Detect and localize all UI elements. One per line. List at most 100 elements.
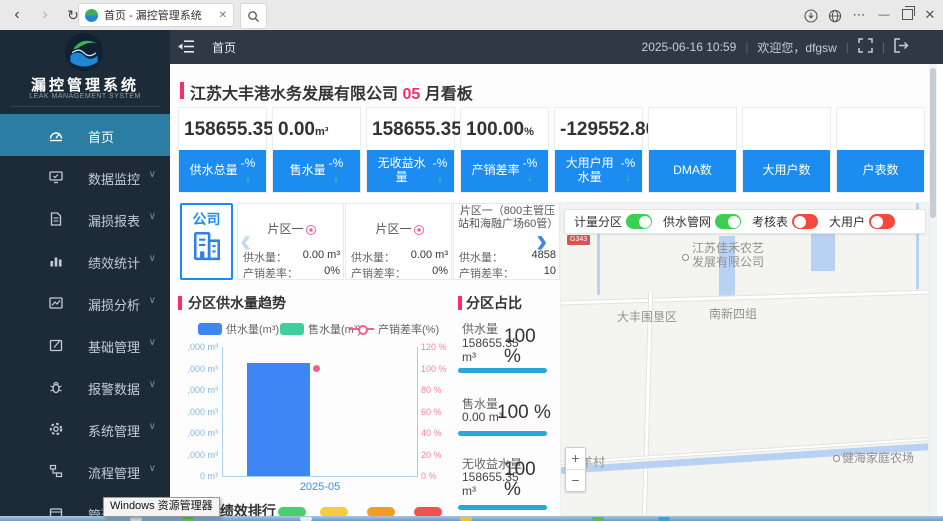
toggle-switch[interactable] xyxy=(792,214,818,229)
stat-card-dma-count: DMA数 xyxy=(648,107,737,193)
search-icon xyxy=(247,10,260,23)
page-scrollbar xyxy=(929,64,937,516)
taskbar-icon[interactable] xyxy=(130,517,142,521)
y-tick-right: 60 % xyxy=(421,407,457,417)
legend-nrw-rate[interactable]: 产销差率(%) xyxy=(350,321,439,337)
stat-card-big-user-count: 大用户数 xyxy=(742,107,831,193)
legend-sold[interactable]: 售水量(m³) xyxy=(280,321,361,337)
chevron-down-icon: ∨ xyxy=(149,211,156,222)
logout-icon xyxy=(894,38,909,53)
sidebar-item-leak-analysis[interactable]: 漏损分析 ∨ xyxy=(0,282,170,324)
sidebar-item-process-management[interactable]: 流程管理 ∨ xyxy=(0,450,170,492)
taskbar-icon[interactable] xyxy=(300,517,312,521)
stat-label-button[interactable]: DMA数 xyxy=(649,150,736,192)
menu-collapse-icon[interactable] xyxy=(178,39,195,59)
site-favicon xyxy=(85,9,98,22)
sidebar-item-leak-report[interactable]: 漏损报表 ∨ xyxy=(0,198,170,240)
sidebar-item-performance-stats[interactable]: 绩效统计 ∨ xyxy=(0,240,170,282)
toggle-supply-network[interactable]: 供水管网 xyxy=(663,213,741,230)
zone-card-1[interactable]: 片区一 供水量：0.00 m³ 产销差率：0% xyxy=(237,203,344,280)
title-accent-bar xyxy=(180,82,184,99)
bar-chart-icon xyxy=(48,253,64,269)
nrw-label: 产销差率： xyxy=(351,265,406,280)
stat-value: 0.00m³ xyxy=(278,119,328,141)
proportion-unit: m³ xyxy=(462,350,476,364)
proportion-unit: m³ xyxy=(462,484,476,498)
trend-chart-title: 分区供水量趋势 xyxy=(188,293,286,313)
logout-button[interactable] xyxy=(894,38,909,56)
toggle-big-user[interactable]: 大用户 xyxy=(829,213,895,230)
sidebar-item-basic-management[interactable]: 基础管理 ∨ xyxy=(0,324,170,366)
map-canvas[interactable]: G343 江苏佳禾农艺发展有限公司 大丰围垦区 南新四组 羊村 健海家庭农场 计… xyxy=(560,202,929,516)
zone-card-2[interactable]: 片区一 供水量：0.00 m³ 产销差率：0% xyxy=(345,203,452,280)
sidebar-item-home[interactable]: 首页 xyxy=(0,114,170,156)
tab-close-icon[interactable]: ✕ xyxy=(219,10,227,21)
edit-icon xyxy=(48,337,64,353)
company-name: 江苏大丰港水务发展有限公司 xyxy=(190,86,398,103)
carousel-next-icon[interactable]: › xyxy=(536,224,547,258)
browser-tab[interactable]: 首页 - 漏控管理系统 ✕ xyxy=(78,3,234,27)
proportion-progress-bar xyxy=(458,431,547,436)
screen: ‹ › ↻ 首页 - 漏控管理系统 ✕ ⋯ — ✕ 首页 2025-06-16 … xyxy=(0,0,943,521)
y-tick: ,000 m³ xyxy=(176,428,218,438)
y-tick-right: 20 % xyxy=(421,450,457,460)
os-tooltip: Windows 资源管理器 xyxy=(103,497,220,517)
toggle-switch[interactable] xyxy=(869,214,895,229)
sidebar-item-label: 漏损分析 xyxy=(88,295,140,314)
sidebar-item-data-monitor[interactable]: 数据监控 ∨ xyxy=(0,156,170,198)
stat-card-nonrevenue-water: 158655.35m³ 无收益水量-%↓ xyxy=(366,107,455,193)
browser-back-icon[interactable]: ‹ xyxy=(6,3,28,27)
window-restore-icon[interactable] xyxy=(896,0,918,30)
legend-label: 供水量(m³) xyxy=(226,321,279,337)
sidebar-item-system-management[interactable]: 系统管理 ∨ xyxy=(0,408,170,450)
stat-label-button[interactable]: 供水总量-%↓ xyxy=(179,150,266,192)
stat-label-button[interactable]: 售水量-%↓ xyxy=(273,150,360,192)
taskbar-icon[interactable] xyxy=(658,517,670,521)
nrw-rate-point[interactable] xyxy=(313,365,320,372)
proportion-accent-bar xyxy=(458,296,462,310)
carousel-prev-icon[interactable]: ‹ xyxy=(240,224,251,258)
supply-bar[interactable] xyxy=(247,363,310,476)
fullscreen-button[interactable] xyxy=(858,38,873,56)
road-badge: G343 xyxy=(566,234,591,246)
tab-home[interactable]: 首页 xyxy=(212,39,236,56)
taskbar-icon[interactable] xyxy=(182,517,194,521)
toggle-metering-zone[interactable]: 计量分区 xyxy=(574,213,652,230)
stat-label-button[interactable]: 大用户用水量-%↓ xyxy=(555,150,642,192)
stat-card-big-user-usage: -129552.80m³ 大用户用水量-%↓ xyxy=(554,107,643,193)
building-icon xyxy=(193,229,221,261)
taskbar-icon[interactable] xyxy=(460,517,472,521)
toggle-switch[interactable] xyxy=(626,214,652,229)
legend-swatch xyxy=(198,323,222,335)
stat-label-button[interactable]: 户表数 xyxy=(837,150,924,192)
globe-icon[interactable] xyxy=(824,0,846,30)
sidebar-item-alarm-data[interactable]: 报警数据 ∨ xyxy=(0,366,170,408)
stat-label-button[interactable]: 无收益水量-%↓ xyxy=(367,150,454,192)
browser-search-button[interactable] xyxy=(240,3,267,29)
y-tick: ,000 m³ xyxy=(176,385,218,395)
stat-label-button[interactable]: 产销差率-%↓ xyxy=(461,150,548,192)
company-card[interactable]: 公司 xyxy=(180,203,233,280)
toggle-label: 供水管网 xyxy=(663,213,711,230)
map-road xyxy=(560,289,929,305)
window-minimize-icon[interactable]: — xyxy=(873,0,895,30)
y-tick: ,000 m³ xyxy=(176,407,218,417)
taskbar-icon[interactable] xyxy=(592,517,604,521)
proportion-label: 供水量 xyxy=(462,320,498,337)
scrollbar-thumb[interactable] xyxy=(930,68,936,218)
toggle-switch[interactable] xyxy=(715,214,741,229)
download-icon[interactable] xyxy=(800,0,822,30)
browser-forward-icon[interactable]: › xyxy=(34,3,56,27)
window-close-icon[interactable]: ✕ xyxy=(919,0,941,30)
stat-label-button[interactable]: 大用户数 xyxy=(743,150,830,192)
legend-supply[interactable]: 供水量(m³) xyxy=(198,321,279,337)
toggle-assessment-meter[interactable]: 考核表 xyxy=(752,213,818,230)
zoom-out-button[interactable]: − xyxy=(566,470,585,491)
nrw-label: 产销差率： xyxy=(243,265,298,280)
sidebar: 漏控管理系统 LEAK MANAGEMENT SYSTEM 首页 数据监控 ∨ … xyxy=(0,30,170,521)
sidebar-item-label: 流程管理 xyxy=(88,463,140,482)
browser-more-icon[interactable]: ⋯ xyxy=(848,0,870,30)
zoom-in-button[interactable]: + xyxy=(566,448,585,470)
bug-icon xyxy=(48,379,64,395)
legend-label: 产销差率(%) xyxy=(378,321,439,337)
